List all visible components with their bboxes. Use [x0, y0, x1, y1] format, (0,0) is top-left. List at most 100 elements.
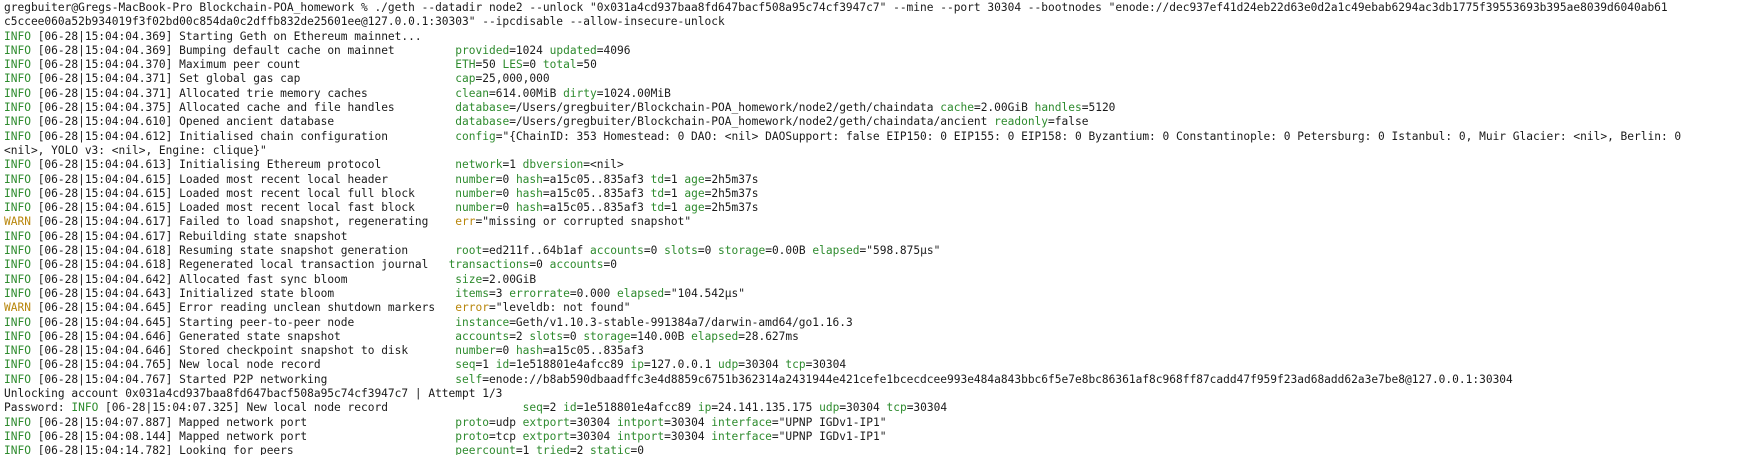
log-key: root [455, 244, 483, 258]
log-level-info: INFO [4, 258, 31, 272]
text-segment: [06-28|15:04:04.371] Allocated trie memo… [30, 86, 456, 100]
text-segment: [06-28|15:04:04.610] Opened ancient data… [30, 115, 456, 129]
text-segment: =0 [643, 244, 665, 258]
log-key: number [455, 201, 496, 215]
log-key: hash [515, 344, 543, 358]
text-segment: =1 [515, 444, 537, 455]
terminal-line: INFO [06-28|15:04:04.643] Initialized st… [4, 287, 1733, 301]
text-segment: =2h5m37s [704, 172, 759, 186]
text-segment: =0 [495, 172, 516, 186]
text-segment: ="UPNP IGDv1-IP1" [771, 415, 887, 429]
log-key: extport [522, 415, 570, 429]
log-key: extport [522, 429, 570, 443]
log-key: elapsed [616, 286, 665, 300]
terminal-line: WARN [06-28|15:04:04.617] Failed to load… [4, 215, 1733, 229]
log-key: static [590, 444, 631, 455]
log-key: proto [455, 429, 489, 443]
text-segment: =2 [509, 329, 530, 343]
log-key: elapsed [812, 244, 860, 258]
text-segment: ="{ChainID: 353 Homestead: 0 DAO: <nil> … [495, 129, 1682, 143]
log-key: intport [616, 429, 665, 443]
log-key: dbversion [522, 158, 584, 172]
log-key: number [455, 186, 496, 200]
terminal-line: INFO [06-28|15:04:04.371] Allocated trie… [4, 87, 1733, 101]
terminal-line: INFO [06-28|15:04:04.615] Loaded most re… [4, 187, 1733, 201]
log-key: ip [697, 401, 712, 415]
log-key-warn: error [455, 301, 489, 315]
text-segment: =false [1048, 115, 1089, 129]
log-key: errorrate [509, 286, 570, 300]
log-key: database [455, 115, 510, 129]
text-segment: [06-28|15:04:04.618] Resuming state snap… [30, 244, 456, 258]
log-key: accounts [590, 244, 644, 258]
log-level-info: INFO [4, 415, 31, 429]
log-key: id [563, 401, 577, 415]
text-segment: =<nil> [583, 158, 624, 172]
log-key: size [455, 272, 483, 286]
log-key: hash [515, 172, 543, 186]
text-segment: =24.141.135.175 [711, 401, 820, 415]
terminal-line: INFO [06-28|15:04:04.618] Regenerated lo… [4, 258, 1733, 272]
text-segment: [06-28|15:04:04.375] Allocated cache and… [30, 101, 456, 115]
text-segment: =127.0.0.1 [643, 358, 719, 372]
text-segment: =30304 [664, 429, 712, 443]
log-level-info: INFO [4, 43, 31, 57]
log-key: storage [583, 329, 631, 343]
text-segment: =30304 [738, 358, 786, 372]
text-segment: =1 [664, 172, 685, 186]
log-key: proto [455, 415, 489, 429]
text-segment: =30304 [569, 429, 617, 443]
text-segment: =udp [488, 415, 523, 429]
log-key: accounts [549, 258, 604, 272]
text-segment: =25,000,000 [475, 72, 550, 86]
terminal-line: INFO [06-28|15:04:04.645] Starting peer-… [4, 316, 1733, 330]
text-segment: =0 [495, 344, 516, 358]
terminal-line: INFO [06-28|15:04:04.615] Loaded most re… [4, 173, 1733, 187]
text-segment: =140.00B [630, 329, 692, 343]
text-segment: =30304 [664, 415, 712, 429]
text-segment: [06-28|15:04:07.887] Mapped network port [30, 415, 456, 429]
log-key: ip [630, 358, 644, 372]
log-key: td [650, 201, 665, 215]
log-level-warn: WARN [4, 301, 31, 315]
log-level-info: INFO [4, 29, 31, 43]
text-segment: =0 [603, 258, 617, 272]
log-level-info: INFO [4, 86, 31, 100]
text-segment: =0 [495, 201, 516, 215]
log-key: cap [455, 72, 476, 86]
text-segment: =a15c05..835af3 [542, 172, 651, 186]
terminal-output[interactable]: gregbuiter@Gregs-MacBook-Pro Blockchain-… [0, 0, 1737, 455]
text-segment: Unlocking account 0x031a4cd937baa8fd647b… [4, 387, 503, 401]
text-segment: [06-28|15:04:04.617] Failed to load snap… [30, 215, 456, 229]
text-segment: =1 [475, 358, 496, 372]
log-key: td [650, 172, 665, 186]
log-key: tcp [785, 358, 806, 372]
log-key: interface [711, 415, 772, 429]
text-segment: [06-28|15:04:04.617] Rebuilding state sn… [30, 229, 348, 243]
log-key: handles [1034, 101, 1082, 115]
terminal-line: INFO [06-28|15:04:14.782] Looking for pe… [4, 444, 1733, 455]
log-key: LES [502, 58, 523, 72]
text-segment: =0 [697, 244, 719, 258]
text-segment: =2.00GiB [973, 101, 1035, 115]
text-segment: =1e518801e4afcc89 [509, 358, 631, 372]
log-level-info: INFO [4, 72, 31, 86]
log-key: udp [718, 358, 739, 372]
text-segment: [06-28|15:04:04.615] Loaded most recent … [30, 186, 456, 200]
text-segment: =2h5m37s [704, 186, 759, 200]
terminal-line: INFO [06-28|15:04:04.642] Allocated fast… [4, 273, 1733, 287]
log-level-info: INFO [4, 329, 31, 343]
text-segment: [06-28|15:04:04.369] Starting Geth on Et… [30, 29, 422, 43]
terminal-line: INFO [06-28|15:04:04.765] New local node… [4, 358, 1733, 372]
text-segment: =2.00GiB [482, 272, 537, 286]
text-segment: ="missing or corrupted snapshot" [475, 215, 692, 229]
terminal-line: c5ccee060a52b934019f3f02bd00c854da0c2dff… [4, 15, 1733, 29]
log-key: slots [529, 329, 564, 343]
log-key: tcp [886, 401, 907, 415]
text-segment: =30304 [906, 401, 948, 415]
log-key: instance [455, 315, 510, 329]
text-segment: =/Users/gregbuiter/Blockchain-POA_homewo… [509, 101, 941, 115]
log-level-info: INFO [4, 58, 31, 72]
text-segment: =tcp [488, 429, 523, 443]
log-key: provided [455, 43, 510, 57]
